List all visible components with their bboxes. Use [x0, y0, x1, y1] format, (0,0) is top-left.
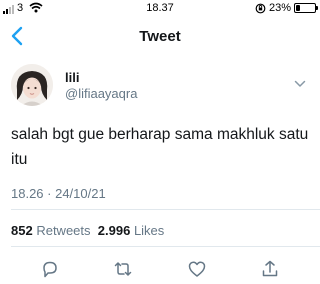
tweet-actions	[0, 259, 320, 279]
share-icon	[262, 260, 278, 277]
status-right-group: 23%	[255, 2, 318, 14]
chevron-down-icon	[294, 80, 306, 87]
retweet-button[interactable]	[113, 259, 133, 279]
battery-percent: 23%	[268, 2, 291, 14]
tweet-text: salah bgt gue berharap sama makhluk satu…	[11, 126, 309, 168]
display-name[interactable]: lili	[65, 70, 79, 85]
tweet-stats: 852 Retweets 2.996 Likes	[11, 223, 164, 238]
retweets-label[interactable]: Retweets	[36, 223, 90, 238]
divider	[11, 209, 320, 210]
reply-icon	[43, 261, 57, 278]
page-title: Tweet	[139, 28, 181, 45]
like-icon	[188, 261, 206, 277]
user-handle[interactable]: @lifiaayaqra	[65, 86, 137, 101]
more-options-button[interactable]	[294, 80, 306, 88]
divider	[11, 246, 320, 247]
likes-label[interactable]: Likes	[134, 223, 164, 238]
retweet-icon	[114, 262, 132, 276]
avatar[interactable]	[11, 64, 53, 106]
battery-icon	[294, 3, 318, 13]
rotation-lock-icon	[255, 3, 266, 14]
like-count[interactable]: 2.996	[98, 223, 131, 238]
share-button[interactable]	[260, 259, 280, 279]
status-bar: 3 18.37 23%	[0, 0, 320, 18]
tweet-timestamp: 18.26 · 24/10/21	[11, 186, 106, 201]
like-button[interactable]	[187, 259, 207, 279]
reply-button[interactable]	[40, 259, 60, 279]
retweet-count[interactable]: 852	[11, 223, 33, 238]
